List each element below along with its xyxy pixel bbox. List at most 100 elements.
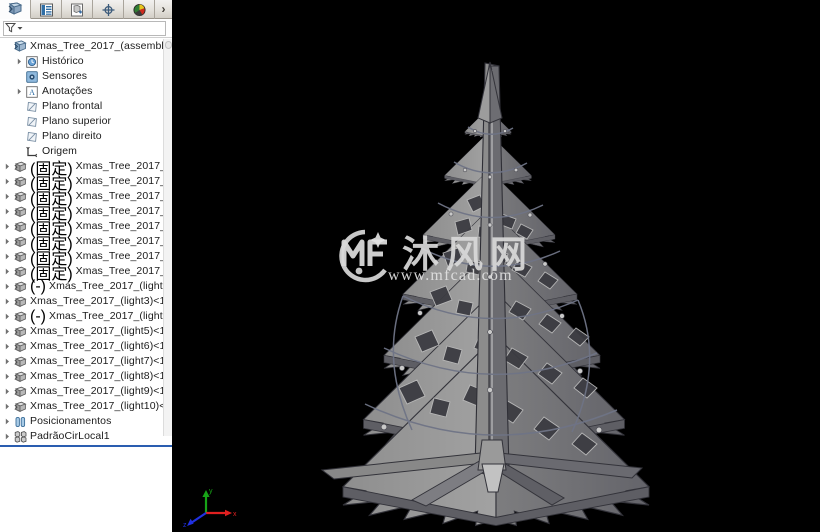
- chevron-right-icon[interactable]: [2, 204, 13, 219]
- filter-controls[interactable]: [5, 22, 23, 33]
- tree-item[interactable]: Sensores: [0, 69, 172, 84]
- component-icon: [13, 325, 27, 339]
- tree-item[interactable]: Plano direito: [0, 129, 172, 144]
- tree-item-label: Xmas_Tree_2017_(support)‹: [75, 250, 172, 262]
- tree-item[interactable]: (固定) Xmas_Tree_2017_(support)‹: [0, 234, 172, 253]
- chevron-right-icon[interactable]: [2, 219, 13, 234]
- chevron-right-icon[interactable]: [2, 309, 13, 324]
- chevron-right-icon[interactable]: [2, 189, 13, 204]
- display-manager-tab[interactable]: [124, 0, 155, 19]
- tree-item[interactable]: Posicionamentos: [0, 414, 172, 429]
- tree-item[interactable]: (固定) Xmas_Tree_2017_(support)‹: [0, 204, 172, 223]
- tree-item[interactable]: Plano frontal: [0, 99, 172, 114]
- tree-item-state-prefix: (-): [30, 277, 46, 295]
- tree-item[interactable]: (-) Xmas_Tree_2017_(light4)<1> (\: [0, 308, 172, 325]
- tree-item-label: Anotações: [42, 85, 93, 97]
- tree-scrollbar-thumb[interactable]: [165, 41, 172, 49]
- chevron-right-icon[interactable]: [2, 339, 13, 354]
- chevron-right-icon[interactable]: [2, 249, 13, 264]
- chevron-right-icon[interactable]: [2, 174, 13, 189]
- tree-item[interactable]: (固定) Xmas_Tree_2017_(support)‹: [0, 189, 172, 208]
- tree-item[interactable]: Xmas_Tree_2017_(light6)<1> (Val: [0, 339, 172, 354]
- assembly-icon: [13, 40, 27, 54]
- chevron-right-icon[interactable]: [14, 54, 25, 69]
- funnel-filter-icon: [5, 23, 16, 33]
- tree-item-label: Xmas_Tree_2017_(light7)<1> (Val: [30, 355, 172, 367]
- tree-item-label: PadrãoCirLocal1: [30, 430, 110, 442]
- tree-item[interactable]: Origem: [0, 144, 172, 159]
- feature-manager-panel: › Xmas_Tree_2017_(assembly) Histórico Se…: [0, 0, 172, 532]
- tree-item-label: Sensores: [42, 70, 88, 82]
- triad-z-label: z: [183, 522, 187, 529]
- tree-item-label: Xmas_Tree_2017_(support)‹: [75, 205, 172, 217]
- chevron-right-icon[interactable]: [2, 354, 13, 369]
- component-icon: [13, 160, 27, 174]
- tree-filter-input[interactable]: [3, 21, 166, 36]
- tree-scrollbar[interactable]: [163, 39, 172, 436]
- tree-root-item[interactable]: Xmas_Tree_2017_(assembly) (Valor p: [0, 39, 172, 54]
- tree-item-label: Xmas_Tree_2017_(light10)<1> (Va: [30, 400, 172, 412]
- xmas-tree-3d-model: [320, 61, 650, 527]
- chevron-right-icon[interactable]: [2, 399, 13, 414]
- caret-down-icon: [17, 26, 23, 30]
- tree-separator: [0, 445, 172, 447]
- tree-item-label: Xmas_Tree_2017_(light2)<1> (\: [48, 280, 172, 292]
- annotation-icon: A: [25, 85, 39, 99]
- tree-item[interactable]: Histórico: [0, 54, 172, 69]
- tab-overflow-button[interactable]: ›: [155, 0, 172, 18]
- tree-item-spacer: [14, 144, 25, 159]
- component-icon: [13, 310, 27, 324]
- chevron-right-icon[interactable]: [2, 264, 13, 279]
- tree-item[interactable]: Xmas_Tree_2017_(light3)<1> (Val: [0, 294, 172, 309]
- tree-item[interactable]: PadrãoCirLocal1: [0, 429, 172, 444]
- chevron-right-icon[interactable]: [2, 234, 13, 249]
- chevron-right-icon[interactable]: [2, 159, 13, 174]
- dimxpert-manager-tab[interactable]: [93, 0, 124, 19]
- feature-manager-tab[interactable]: [0, 0, 31, 19]
- tree-item[interactable]: Xmas_Tree_2017_(light7)<1> (Val: [0, 354, 172, 369]
- tree-item-label: Plano direito: [42, 130, 102, 142]
- tree-item[interactable]: (固定) Xmas_Tree_2017_(tree)<7>: [0, 159, 172, 178]
- component-icon: [13, 370, 27, 384]
- chevron-right-icon[interactable]: [2, 429, 13, 444]
- component-icon: [13, 265, 27, 279]
- tree-item[interactable]: A Anotações: [0, 84, 172, 99]
- tree-item-label: Xmas_Tree_2017_(support)‹: [75, 235, 172, 247]
- chevron-right-icon[interactable]: [2, 414, 13, 429]
- chevron-right-icon[interactable]: [2, 279, 13, 294]
- component-icon: [13, 400, 27, 414]
- tree-item-label: Xmas_Tree_2017_(tree)<7>: [75, 160, 172, 172]
- tree-item[interactable]: (固定) Xmas_Tree_2017_(support)‹: [0, 219, 172, 238]
- chevron-right-icon[interactable]: [2, 294, 13, 309]
- feature-tree-icon: [8, 2, 22, 15]
- design-tree[interactable]: Xmas_Tree_2017_(assembly) (Valor p Histó…: [0, 39, 172, 532]
- crosshair-target-icon: [102, 3, 114, 16]
- property-list-icon: [39, 3, 53, 16]
- component-icon: [13, 175, 27, 189]
- tree-item-label: Histórico: [42, 55, 84, 67]
- tree-item[interactable]: (固定) Xmas_Tree_2017_(light1)<1:: [0, 264, 172, 283]
- component-icon: [13, 355, 27, 369]
- tree-item[interactable]: (固定) Xmas_Tree_2017_(support)‹: [0, 249, 172, 268]
- tree-item-label: Xmas_Tree_2017_(support)‹: [75, 175, 172, 187]
- graphics-viewport[interactable]: 沐风网 www.mfcad.com y x z: [172, 0, 820, 532]
- chevron-right-icon[interactable]: [14, 84, 25, 99]
- circular-pattern-icon: [13, 430, 27, 444]
- component-icon: [13, 295, 27, 309]
- tree-item-label: Plano frontal: [42, 100, 103, 112]
- property-manager-tab[interactable]: [31, 0, 62, 19]
- tree-item[interactable]: (-) Xmas_Tree_2017_(light2)<1> (\: [0, 277, 172, 295]
- tree-item[interactable]: Xmas_Tree_2017_(light9)<1> (Val: [0, 384, 172, 399]
- chevron-right-icon[interactable]: [2, 384, 13, 399]
- tree-item[interactable]: (固定) Xmas_Tree_2017_(support)‹: [0, 174, 172, 193]
- tree-item[interactable]: Xmas_Tree_2017_(light10)<1> (Va: [0, 399, 172, 414]
- tree-item-spacer: [14, 99, 25, 114]
- tree-item[interactable]: Xmas_Tree_2017_(light5)<1> (Val: [0, 324, 172, 339]
- chevron-right-icon[interactable]: [2, 324, 13, 339]
- mates-icon: [13, 415, 27, 429]
- tree-item-label: Xmas_Tree_2017_(light5)<1> (Val: [30, 325, 172, 337]
- configuration-manager-tab[interactable]: [62, 0, 93, 19]
- tree-item[interactable]: Xmas_Tree_2017_(light8)<1> (Val: [0, 369, 172, 384]
- chevron-right-icon[interactable]: [2, 369, 13, 384]
- tree-item[interactable]: Plano superior: [0, 114, 172, 129]
